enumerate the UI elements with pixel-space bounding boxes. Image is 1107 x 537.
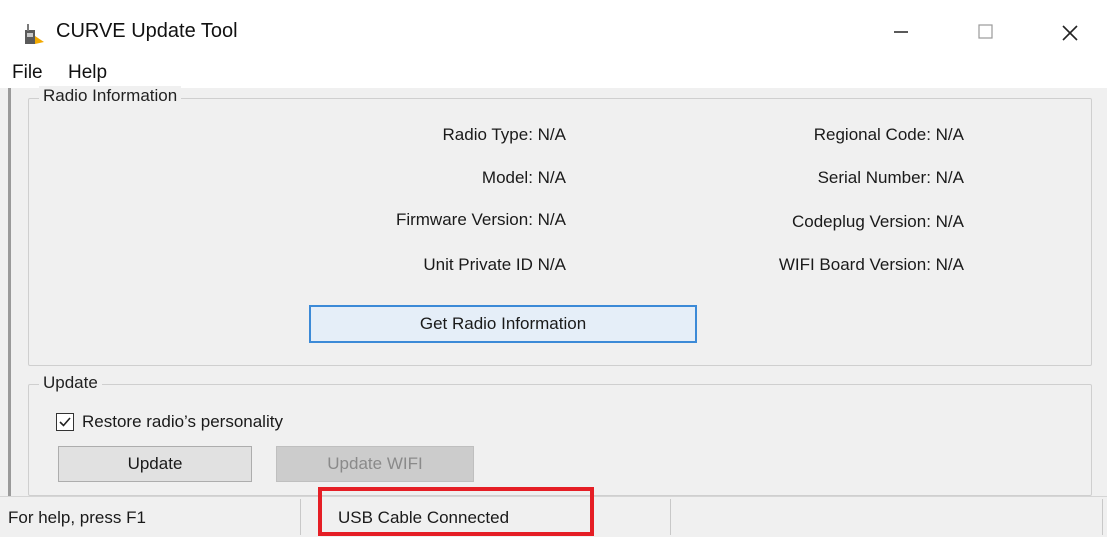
- app-window: CURVE Update Tool File Help Radio Inform…: [0, 0, 1107, 537]
- firmware-version-field: Firmware Version: N/A: [395, 210, 566, 229]
- connection-highlight-box: [318, 487, 594, 536]
- window-left-border: [8, 12, 11, 522]
- maximize-icon[interactable]: [955, 10, 1015, 54]
- window-title: CURVE Update Tool: [56, 20, 238, 42]
- wifi-board-version-field: WIFI Board Version: N/A: [778, 255, 964, 274]
- codeplug-version-field: Codeplug Version: N/A: [792, 212, 964, 231]
- restore-personality-label[interactable]: Restore radio’s personality: [82, 412, 283, 432]
- close-icon[interactable]: [1040, 10, 1100, 54]
- regional-code-field: Regional Code: N/A: [813, 125, 964, 144]
- get-radio-information-button[interactable]: Get Radio Information: [309, 305, 697, 343]
- status-pane-empty: [672, 499, 1103, 535]
- update-button[interactable]: Update: [58, 446, 252, 482]
- title-bar[interactable]: CURVE Update Tool: [0, 0, 1107, 60]
- minimize-icon[interactable]: [870, 10, 930, 54]
- checkmark-icon: [59, 417, 71, 427]
- unit-private-id-field: Unit Private ID N/A: [423, 255, 566, 274]
- update-group-label: Update: [39, 373, 102, 393]
- menu-file[interactable]: File: [12, 62, 43, 84]
- app-radio-icon: [22, 22, 46, 46]
- menu-help[interactable]: Help: [68, 62, 107, 84]
- serial-number-field: Serial Number: N/A: [817, 168, 964, 187]
- restore-personality-checkbox[interactable]: [56, 413, 74, 431]
- status-help-text: For help, press F1: [8, 508, 146, 527]
- model-field: Model: N/A: [481, 168, 566, 187]
- radio-type-field: Radio Type: N/A: [442, 125, 566, 144]
- update-wifi-button: Update WIFI: [276, 446, 474, 482]
- radio-information-label: Radio Information: [39, 86, 182, 106]
- menu-bar: File Help: [0, 60, 1107, 88]
